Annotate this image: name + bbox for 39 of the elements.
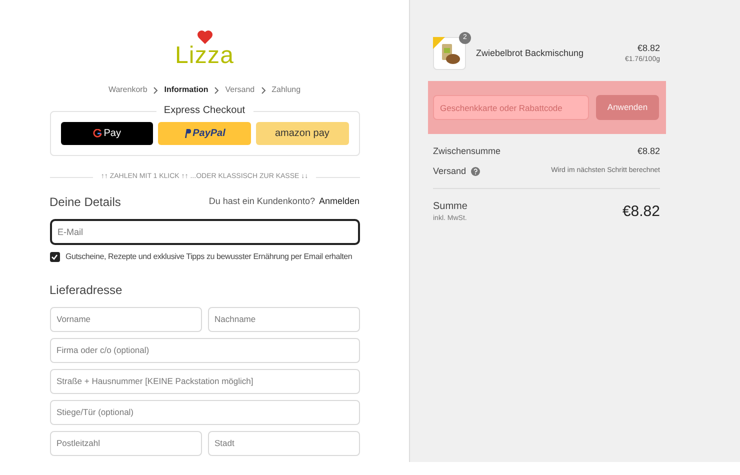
login-link[interactable]: Anmelden [318,194,360,208]
subtotal-label: Zwischensumme [433,145,501,158]
input-field[interactable]: Firma oder c/o (optional) [50,338,360,362]
amazon-pay-button[interactable]: amazon pay [256,122,349,145]
input-field[interactable]: Straße + Hausnummer [KEINE Packstation möglich] [50,368,360,394]
breadcrumb-link[interactable]: Zahlung [272,84,301,96]
input-field[interactable]: Stiege/Tür (optional) [50,400,360,424]
section-title: Deine Details [50,194,121,210]
breadcrumb-link[interactable]: Information [164,84,208,96]
breadcrumb-link[interactable]: Versand [225,84,255,96]
discount-code-field[interactable]: Geschenkkarte oder Rabattcode [433,95,589,120]
newsletter-label: Gutscheine, Rezepte und exklusive Tipps zu bewusster Ernährung per Email erhalten [66,250,352,262]
google-g-icon [92,129,102,138]
shipping-label: Versand [433,164,466,178]
chevron-icon [214,86,220,94]
chevron-icon [153,86,158,94]
paypal-button[interactable]: PayPal [158,122,251,145]
input-field[interactable]: Postleitzahl [50,430,202,456]
email-field[interactable]: E-Mail [50,218,360,244]
express-checkout-title: Express Checkout [156,105,254,117]
checkbox[interactable] [50,252,60,262]
breadcrumb-link[interactable]: Warenkorb [108,84,148,96]
input-field[interactable]: Vorname [50,306,202,332]
paypal-p-icon [184,129,191,138]
google-pay-button[interactable]: Pay [60,122,154,145]
input-field[interactable]: Nachname [208,306,360,332]
total-value: €8.82 [622,202,660,222]
corner-ribbon-icon [433,37,445,49]
chevron-icon [260,86,266,94]
help-icon[interactable] [471,166,480,176]
account-prompt: Du hast ein Kundenkonto? [208,194,315,208]
heart-icon [196,30,212,44]
input-field[interactable]: Stadt [208,430,360,456]
subtotal-value: €8.82 [637,145,660,158]
logo-text: Lizza [174,44,234,68]
section-title: Lieferadresse [50,282,124,298]
product-price: €8.82 [637,42,660,54]
total-label: Summe [433,200,468,214]
product-name: Zwiebelbrot Backmischung [476,46,585,60]
